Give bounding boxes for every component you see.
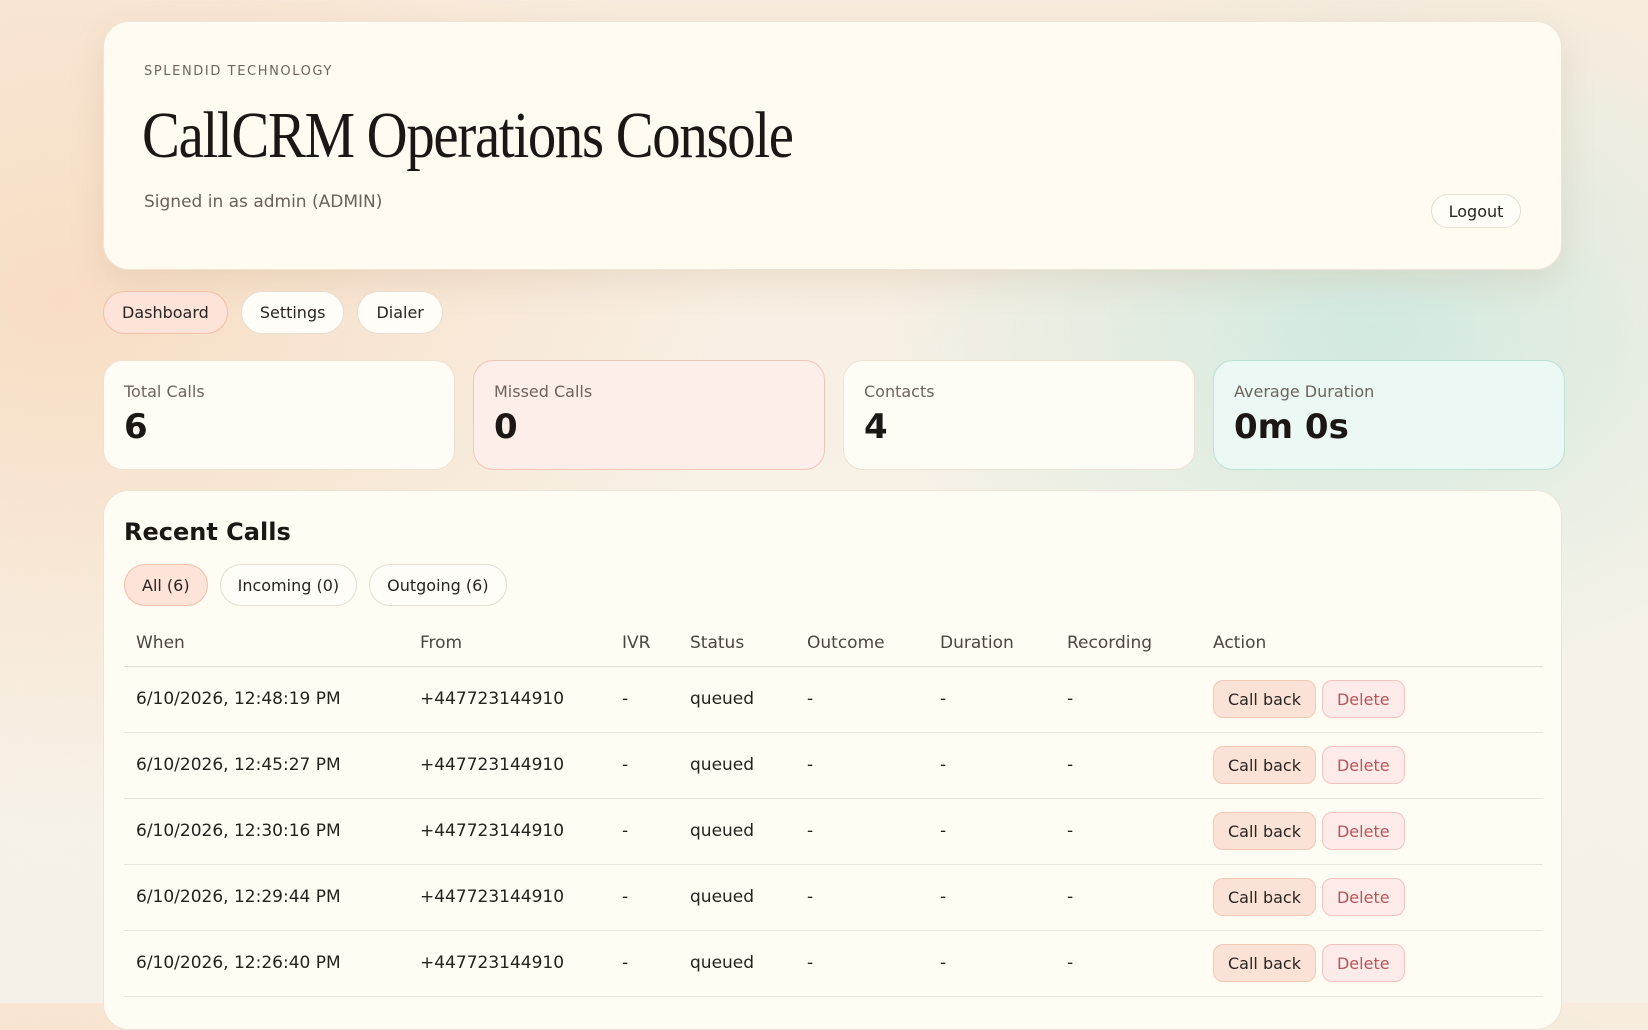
cell-recording: - — [1055, 798, 1201, 865]
table-header-row: When From IVR Status Outcome Duration Re… — [124, 620, 1543, 667]
cell-when: 6/10/2026, 12:48:19 PM — [124, 666, 408, 733]
cell-outcome: - — [795, 864, 928, 931]
cell-recording: - — [1055, 930, 1201, 997]
logout-button[interactable]: Logout — [1431, 194, 1521, 228]
cell-from: +447723144910 — [408, 864, 610, 931]
cell-duration: - — [928, 864, 1055, 931]
cell-ivr: - — [610, 732, 678, 799]
cell-outcome: - — [795, 930, 928, 997]
stat-value: 0 — [494, 407, 518, 447]
cell-recording: - — [1055, 864, 1201, 931]
cell-action: Call back Delete — [1201, 666, 1543, 733]
stat-card-average-duration: Average Duration 0m 0s — [1213, 360, 1565, 470]
stat-label: Missed Calls — [494, 382, 593, 401]
cell-recording: - — [1055, 666, 1201, 733]
header-card: SPLENDID TECHNOLOGY CallCRM Operations C… — [103, 21, 1562, 270]
cell-action: Call back Delete — [1201, 864, 1543, 931]
call-filters: All (6) Incoming (0) Outgoing (6) — [124, 564, 507, 606]
page-title: CallCRM Operations Console — [142, 99, 794, 172]
cell-action: Call back Delete — [1201, 798, 1543, 865]
filter-all[interactable]: All (6) — [124, 564, 208, 606]
table-row: 6/10/2026, 12:30:16 PM +447723144910 - q… — [124, 798, 1543, 865]
cell-from: +447723144910 — [408, 666, 610, 733]
stat-card-missed-calls: Missed Calls 0 — [473, 360, 825, 470]
table-row: 6/10/2026, 12:48:19 PM +447723144910 - q… — [124, 666, 1543, 733]
cell-when: 6/10/2026, 12:26:40 PM — [124, 930, 408, 997]
cell-outcome: - — [795, 666, 928, 733]
cell-outcome: - — [795, 732, 928, 799]
column-header-duration[interactable]: Duration — [928, 620, 1055, 667]
stat-value: 6 — [124, 407, 148, 447]
stat-value: 4 — [864, 407, 888, 447]
cell-status: queued — [678, 798, 795, 865]
nav-dashboard[interactable]: Dashboard — [103, 291, 228, 334]
table-row: 6/10/2026, 12:29:44 PM +447723144910 - q… — [124, 864, 1543, 931]
column-header-action: Action — [1201, 620, 1543, 667]
calls-table: When From IVR Status Outcome Duration Re… — [124, 620, 1543, 997]
cell-status: queued — [678, 864, 795, 931]
call-back-button[interactable]: Call back — [1213, 878, 1316, 916]
column-header-ivr[interactable]: IVR — [610, 620, 678, 667]
cell-duration: - — [928, 732, 1055, 799]
cell-from: +447723144910 — [408, 732, 610, 799]
column-header-when[interactable]: When — [124, 620, 408, 667]
delete-button[interactable]: Delete — [1321, 680, 1405, 718]
nav-settings[interactable]: Settings — [240, 291, 345, 334]
cell-ivr: - — [610, 864, 678, 931]
column-header-from[interactable]: From — [408, 620, 610, 667]
call-back-button[interactable]: Call back — [1213, 680, 1316, 718]
stat-label: Total Calls — [124, 382, 205, 401]
cell-from: +447723144910 — [408, 930, 610, 997]
cell-when: 6/10/2026, 12:29:44 PM — [124, 864, 408, 931]
filter-outgoing[interactable]: Outgoing (6) — [369, 564, 507, 606]
call-back-button[interactable]: Call back — [1213, 944, 1316, 982]
call-back-button[interactable]: Call back — [1213, 746, 1316, 784]
delete-button[interactable]: Delete — [1321, 812, 1405, 850]
stat-value: 0m 0s — [1234, 407, 1349, 447]
table-row: 6/10/2026, 12:26:40 PM +447723144910 - q… — [124, 930, 1543, 997]
column-header-status[interactable]: Status — [678, 620, 795, 667]
table-row: 6/10/2026, 12:45:27 PM +447723144910 - q… — [124, 732, 1543, 799]
cell-recording: - — [1055, 732, 1201, 799]
filter-incoming[interactable]: Incoming (0) — [219, 564, 358, 606]
stat-label: Average Duration — [1234, 382, 1375, 401]
stats-row: Total Calls 6 Missed Calls 0 Contacts 4 … — [103, 360, 1565, 470]
cell-ivr: - — [610, 666, 678, 733]
delete-button[interactable]: Delete — [1321, 944, 1405, 982]
call-back-button[interactable]: Call back — [1213, 812, 1316, 850]
cell-duration: - — [928, 798, 1055, 865]
cell-duration: - — [928, 666, 1055, 733]
cell-status: queued — [678, 930, 795, 997]
cell-ivr: - — [610, 930, 678, 997]
cell-action: Call back Delete — [1201, 930, 1543, 997]
nav-dialer[interactable]: Dialer — [357, 291, 443, 334]
main-nav: Dashboard Settings Dialer — [103, 291, 443, 334]
cell-outcome: - — [795, 798, 928, 865]
recent-calls-title: Recent Calls — [124, 518, 291, 546]
cell-from: +447723144910 — [408, 798, 610, 865]
cell-ivr: - — [610, 798, 678, 865]
signed-in-status: Signed in as admin (ADMIN) — [144, 192, 383, 212]
recent-calls-card: Recent Calls All (6) Incoming (0) Outgoi… — [103, 490, 1562, 1030]
cell-duration: - — [928, 930, 1055, 997]
column-header-outcome[interactable]: Outcome — [795, 620, 928, 667]
cell-status: queued — [678, 666, 795, 733]
cell-when: 6/10/2026, 12:30:16 PM — [124, 798, 408, 865]
delete-button[interactable]: Delete — [1321, 878, 1405, 916]
company-name: SPLENDID TECHNOLOGY — [144, 64, 334, 79]
delete-button[interactable]: Delete — [1321, 746, 1405, 784]
cell-action: Call back Delete — [1201, 732, 1543, 799]
cell-status: queued — [678, 732, 795, 799]
column-header-recording[interactable]: Recording — [1055, 620, 1201, 667]
stat-card-contacts: Contacts 4 — [843, 360, 1195, 470]
stat-card-total-calls: Total Calls 6 — [103, 360, 455, 470]
cell-when: 6/10/2026, 12:45:27 PM — [124, 732, 408, 799]
stat-label: Contacts — [864, 382, 935, 401]
